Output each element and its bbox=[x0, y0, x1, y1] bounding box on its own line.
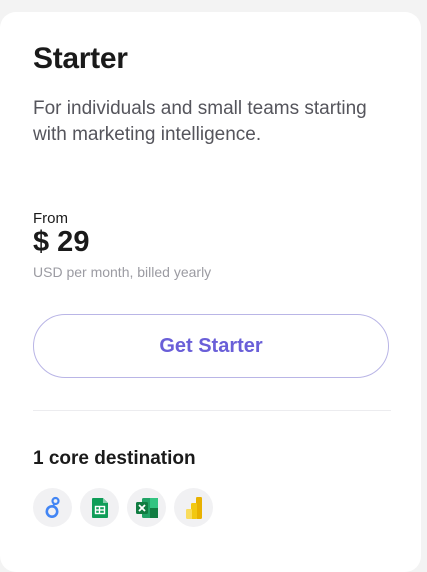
destination-icons bbox=[33, 488, 213, 527]
destinations-title: 1 core destination bbox=[33, 448, 196, 469]
divider bbox=[33, 410, 391, 411]
plan-title: Starter bbox=[33, 42, 128, 75]
price-billing-note: USD per month, billed yearly bbox=[33, 264, 212, 280]
excel-icon bbox=[127, 488, 166, 527]
price-from-label: From bbox=[33, 210, 68, 227]
pricing-card: Starter For individuals and small teams … bbox=[0, 12, 421, 572]
power-bi-icon bbox=[174, 488, 213, 527]
looker-studio-icon bbox=[33, 488, 72, 527]
get-starter-button[interactable]: Get Starter bbox=[33, 314, 389, 378]
plan-description: For individuals and small teams starting… bbox=[33, 98, 367, 145]
price-value: $ 29 bbox=[33, 226, 90, 258]
google-sheets-icon bbox=[80, 488, 119, 527]
